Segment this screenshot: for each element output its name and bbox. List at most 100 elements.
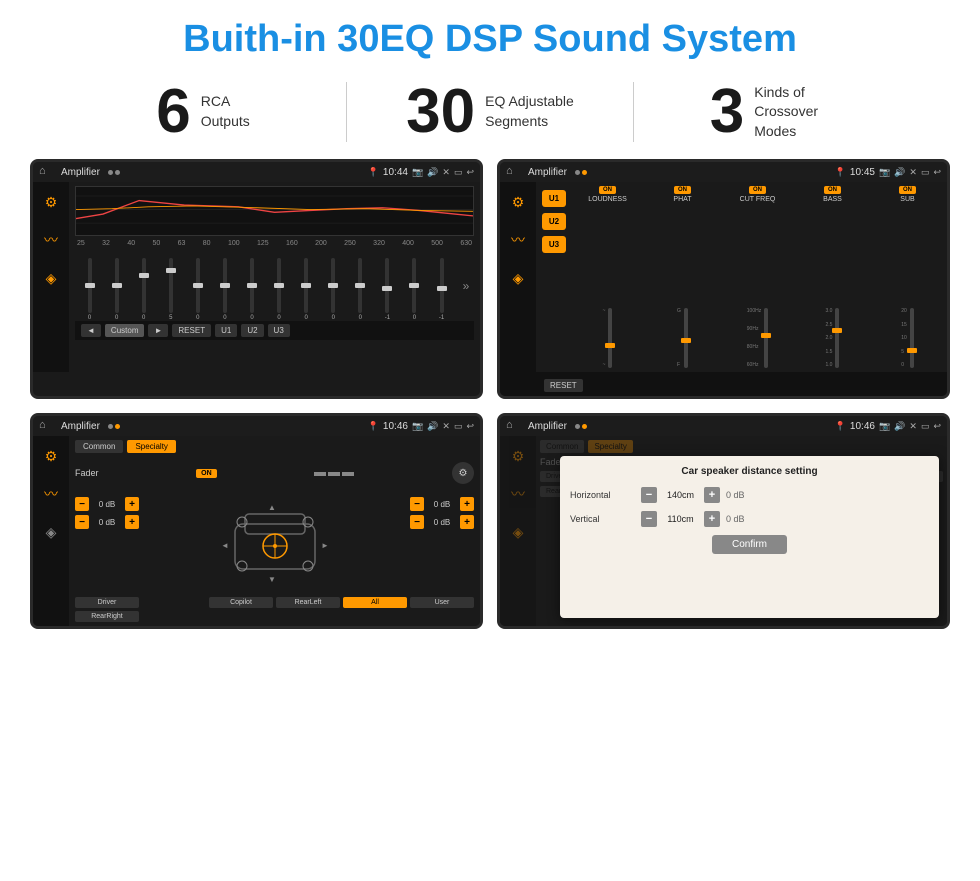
screen4-volume-icon: 🔊: [894, 421, 905, 432]
eq-slider-11[interactable]: 0: [348, 258, 373, 321]
eq-slider-1[interactable]: 0: [77, 258, 102, 321]
screen2-time: 10:45: [850, 167, 875, 178]
eq-wave-icon[interactable]: 〰: [39, 228, 63, 252]
screen3-speaker-icon[interactable]: ◈: [39, 520, 63, 544]
db-plus-1[interactable]: +: [125, 497, 139, 511]
db-minus-1[interactable]: −: [75, 497, 89, 511]
db-row-2: − 0 dB +: [75, 515, 139, 529]
loudness-slider[interactable]: ~~: [572, 206, 643, 368]
cutfreq-track[interactable]: [764, 308, 768, 368]
sub-on-badge: ON: [899, 186, 916, 194]
dialog-vertical-plus[interactable]: +: [704, 511, 720, 527]
bass-track[interactable]: [835, 308, 839, 368]
screens-grid: ⌂ Amplifier 📍 10:44 📷 🔊 ✕ ▭ ↩: [0, 159, 980, 645]
eq-filter-icon[interactable]: ⚙: [39, 190, 63, 214]
eq-u2-btn[interactable]: U2: [241, 324, 263, 337]
screen1-back-icon[interactable]: ↩: [466, 167, 474, 178]
screen2-body: ⚙ 〰 ◈ U1 U2 U3 ON LOUDNESS: [500, 182, 947, 372]
screen3-back-icon[interactable]: ↩: [466, 421, 474, 432]
eq-slider-13[interactable]: 0: [402, 258, 427, 321]
fader-btn-all[interactable]: All: [343, 597, 407, 608]
eq-slider-9[interactable]: 0: [294, 258, 319, 321]
screen3-camera-icon: 📷: [412, 421, 423, 432]
phat-slider[interactable]: GF: [647, 206, 718, 368]
eq-slider-10[interactable]: 0: [321, 258, 346, 321]
db-minus-3[interactable]: −: [410, 497, 424, 511]
amp-reset-btn[interactable]: RESET: [544, 379, 583, 392]
eq-slider-8[interactable]: 0: [267, 258, 292, 321]
db-plus-2[interactable]: +: [125, 515, 139, 529]
dialog-horizontal-minus[interactable]: −: [641, 487, 657, 503]
svg-text:▲: ▲: [268, 504, 276, 512]
screen4-db2: 0 dB: [726, 514, 745, 524]
eq-slider-14[interactable]: -1: [429, 258, 454, 321]
eq-label-320: 320: [373, 240, 385, 247]
screen3-tab-common[interactable]: Common: [75, 440, 123, 453]
bass-slider[interactable]: 3.02.52.01.51.0: [797, 206, 868, 368]
screen2-wave-icon[interactable]: 〰: [506, 228, 530, 252]
screen3-wave-icon[interactable]: 〰: [39, 482, 63, 506]
eq-custom-btn[interactable]: Custom: [105, 324, 145, 337]
screen2-home-icon[interactable]: ⌂: [506, 165, 520, 179]
eq-u1-btn[interactable]: U1: [215, 324, 237, 337]
fader-btn-rearright[interactable]: RearRight: [75, 611, 139, 622]
eq-bottom-bar: ◄ Custom ► RESET U1 U2 U3: [75, 321, 474, 340]
screen4-speaker-icon: ◈: [506, 520, 530, 544]
page-wrapper: Buith-in 30EQ DSP Sound System 6 RCAOutp…: [0, 0, 980, 645]
eq-slider-5[interactable]: 0: [185, 258, 210, 321]
screen4-back-icon[interactable]: ↩: [933, 421, 941, 432]
screen2-camera-icon: 📷: [879, 167, 890, 178]
eq-slider-4[interactable]: 5: [158, 258, 183, 321]
screen4-home-icon[interactable]: ⌂: [506, 419, 520, 433]
screen2-filter-icon[interactable]: ⚙: [506, 190, 530, 214]
screen3-home-icon[interactable]: ⌂: [39, 419, 53, 433]
eq-slider-12[interactable]: -1: [375, 258, 400, 321]
eq-expand-icon[interactable]: »: [458, 251, 474, 321]
fader-btn-driver[interactable]: Driver: [75, 597, 139, 608]
amp-u2-btn[interactable]: U2: [542, 213, 566, 230]
eq-slider-3[interactable]: 0: [131, 258, 156, 321]
screen4-wave-icon: 〰: [506, 482, 530, 506]
dialog-horizontal-label: Horizontal: [570, 490, 635, 500]
eq-slider-6[interactable]: 0: [212, 258, 237, 321]
eq-reset-btn[interactable]: RESET: [172, 324, 211, 337]
amp-u3-btn[interactable]: U3: [542, 236, 566, 253]
eq-slider-7[interactable]: 0: [239, 258, 264, 321]
amp-u1-btn[interactable]: U1: [542, 190, 566, 207]
dialog-vertical-minus[interactable]: −: [641, 511, 657, 527]
fader-btn-copilot[interactable]: Copilot: [209, 597, 273, 608]
eq-label-63: 63: [178, 240, 186, 247]
eq-speaker-icon[interactable]: ◈: [39, 266, 63, 290]
fader-btn-rearleft[interactable]: RearLeft: [276, 597, 340, 608]
screen3-rect-icon: ▭: [454, 421, 463, 432]
screen3-time: 10:46: [383, 421, 408, 432]
confirm-button[interactable]: Confirm: [712, 535, 787, 554]
dialog-horizontal-plus[interactable]: +: [704, 487, 720, 503]
eq-prev-btn[interactable]: ◄: [81, 324, 101, 337]
db-minus-2[interactable]: −: [75, 515, 89, 529]
screen2-speaker-icon[interactable]: ◈: [506, 266, 530, 290]
phat-track[interactable]: [684, 308, 688, 368]
screen2-back-icon[interactable]: ↩: [933, 167, 941, 178]
sub-track[interactable]: [910, 308, 914, 368]
fader-settings-icon[interactable]: ⚙: [452, 462, 474, 484]
eq-play-btn[interactable]: ►: [148, 324, 168, 337]
screen3-tab-specialty[interactable]: Specialty: [127, 440, 175, 453]
screen3-sidebar: ⚙ 〰 ◈: [33, 436, 69, 626]
db-plus-3[interactable]: +: [460, 497, 474, 511]
sub-label: SUB: [900, 196, 914, 203]
screen3-filter-icon[interactable]: ⚙: [39, 444, 63, 468]
loudness-track[interactable]: [608, 308, 612, 368]
db-plus-4[interactable]: +: [460, 515, 474, 529]
screen4-rect-icon: ▭: [921, 421, 930, 432]
fader-btn-user[interactable]: User: [410, 597, 474, 608]
sub-slider[interactable]: 20151050: [872, 206, 943, 368]
eq-label-160: 160: [286, 240, 298, 247]
home-icon[interactable]: ⌂: [39, 165, 53, 179]
db-minus-4[interactable]: −: [410, 515, 424, 529]
cutfreq-slider[interactable]: 100Hz 90Hz 80Hz 60Hz: [722, 206, 793, 368]
eq-slider-2[interactable]: 0: [104, 258, 129, 321]
amp-sub: ON SUB 20151050: [872, 186, 943, 368]
eq-u3-btn[interactable]: U3: [268, 324, 290, 337]
eq-label-125: 125: [257, 240, 269, 247]
